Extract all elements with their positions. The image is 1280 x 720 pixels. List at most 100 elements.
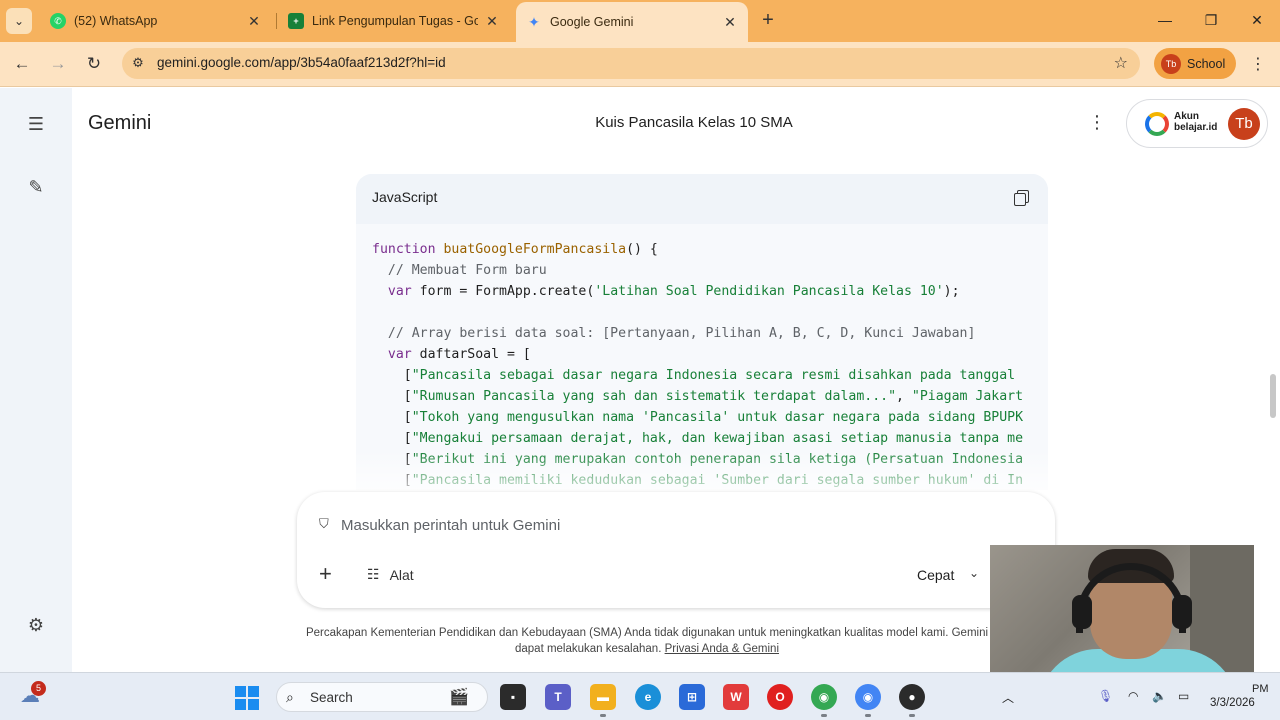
tab-sheets[interactable]: + Link Pengumpulan Tugas - Goo ✕ <box>278 6 510 36</box>
settings-gear-icon[interactable]: ⚙ <box>24 613 48 637</box>
add-attachment-plus-icon[interactable]: + <box>319 563 332 585</box>
close-tab-icon[interactable]: ✕ <box>246 13 262 30</box>
new-tab-plus-icon[interactable]: + <box>758 8 778 32</box>
prompt-input-box[interactable]: ⛉ Masukkan perintah untuk Gemini + ☷ Ala… <box>297 492 1055 608</box>
code-token: [ <box>372 410 412 425</box>
new-chat-edit-icon[interactable]: ✎ <box>24 175 48 199</box>
wps-icon[interactable]: W <box>723 684 749 710</box>
disclaimer-line-2: dapat melakukan kesalahan. Privasi Anda … <box>262 641 1032 657</box>
chevron-down-icon[interactable]: ⌄ <box>969 566 979 580</box>
taskbar-search[interactable]: ⌕ Search 🎬 <box>276 682 488 712</box>
tools-button[interactable]: ☷ Alat <box>367 566 414 583</box>
disclaimer-text: dapat melakukan kesalahan. <box>514 643 665 655</box>
headset-earcup-right <box>1172 595 1192 629</box>
volume-icon[interactable]: 🔈 <box>1152 689 1167 703</box>
webcam-overlay <box>990 545 1254 693</box>
close-tab-icon[interactable]: ✕ <box>484 13 500 30</box>
running-indicator <box>821 714 827 717</box>
file-explorer-black-icon[interactable]: ▪ <box>500 684 526 710</box>
code-token: form = FormApp.create( <box>419 284 595 299</box>
code-token: [ <box>372 431 412 446</box>
code-line: ["Rumusan Pancasila yang sah dan sistema… <box>372 387 1023 407</box>
tab-title: Link Pengumpulan Tugas - Goo <box>312 14 478 28</box>
code-token: // Array berisi data soal: [Pertanyaan, … <box>372 326 976 341</box>
profile-label: School <box>1187 56 1226 71</box>
account-brand: Akun belajar.id <box>1174 111 1217 133</box>
user-avatar[interactable]: Tb <box>1228 108 1260 140</box>
code-line: ["Mengakui persamaan derajat, hak, dan k… <box>372 429 1023 449</box>
opera-icon[interactable]: O <box>767 684 793 710</box>
profile-chip[interactable]: Tb School <box>1154 48 1236 79</box>
sheets-icon: + <box>288 13 304 29</box>
chrome-icon[interactable]: ◉ <box>855 684 881 710</box>
teams-icon[interactable]: T <box>545 684 571 710</box>
tab-whatsapp[interactable]: ✆ (52) WhatsApp ✕ <box>40 6 272 36</box>
file-explorer-icon[interactable]: ▬ <box>590 684 616 710</box>
code-token: , <box>896 389 912 404</box>
code-token: // Membuat Form baru <box>372 263 547 278</box>
chrome-profile-tb-icon[interactable]: ◉ <box>811 684 837 710</box>
address-bar[interactable]: ⚙ gemini.google.com/app/3b54a0faaf213d2f… <box>122 48 1140 79</box>
sliders-icon: ☷ <box>367 566 380 582</box>
gemini-wordmark[interactable]: Gemini <box>88 112 151 135</box>
chat-options-kebab-icon[interactable]: ⋮ <box>1088 112 1106 133</box>
model-mode-button[interactable]: Cepat <box>917 567 954 583</box>
minimize-icon[interactable]: — <box>1150 8 1180 32</box>
obs-icon[interactable]: ● <box>899 684 925 710</box>
search-highlight-icon: 🎬 <box>449 689 469 706</box>
whatsapp-icon: ✆ <box>50 13 66 29</box>
site-settings-icon[interactable]: ⚙ <box>130 55 146 71</box>
code-token: "Piagam Jakart <box>911 389 1024 404</box>
prompt-input[interactable]: Masukkan perintah untuk Gemini <box>341 517 560 534</box>
profile-avatar: Tb <box>1161 53 1181 74</box>
chat-title: Kuis Pancasila Kelas 10 SMA <box>595 114 793 131</box>
gemini-sidebar: ☰ ✎ ⚙ <box>0 88 72 672</box>
headset-earcup-left <box>1072 595 1092 629</box>
browser-tab-bar: ⌄ ✆ (52) WhatsApp ✕ + Link Pengumpulan T… <box>0 0 1280 42</box>
tab-divider <box>276 13 277 29</box>
code-token: "Rumusan Pancasila yang sah dan sistemat… <box>411 389 897 404</box>
windows-taskbar: ☁ 5 ⌕ Search 🎬 ▪ T ▬ e ⊞ W O ◉ ◉ ● ︿ 🎙 ◠ 🔈 ▭ PM 3… <box>0 672 1280 720</box>
browser-menu-kebab-icon[interactable]: ⋮ <box>1250 54 1266 74</box>
forward-arrow-icon[interactable]: → <box>45 52 71 76</box>
code-fade-overlay <box>356 450 1048 490</box>
running-indicator <box>865 714 871 717</box>
close-tab-icon[interactable]: ✕ <box>722 14 738 31</box>
brand-line-1: Akun <box>1174 111 1199 122</box>
url-text[interactable]: gemini.google.com/app/3b54a0faaf213d2f?h… <box>157 55 446 70</box>
hamburger-menu-icon[interactable]: ☰ <box>24 112 48 136</box>
running-indicator <box>600 714 606 717</box>
code-token: ); <box>943 284 960 299</box>
belajar-id-logo-icon <box>1145 112 1169 136</box>
code-token: buatGoogleFormPancasila <box>443 242 627 257</box>
reload-icon[interactable]: ↻ <box>81 52 107 76</box>
code-token: daftarSoal = [ <box>419 347 531 362</box>
copy-code-icon[interactable] <box>1014 190 1029 206</box>
search-icon: ⌕ <box>286 689 294 705</box>
account-chip[interactable]: Akun belajar.id Tb <box>1126 99 1268 148</box>
scrollbar-thumb[interactable] <box>1270 374 1276 418</box>
code-line: function buatGoogleFormPancasila() { <box>372 240 658 260</box>
microphone-icon[interactable]: 🎙 <box>1098 689 1113 703</box>
edge-icon[interactable]: e <box>635 684 661 710</box>
privacy-link[interactable]: Privasi Anda & Gemini <box>665 643 779 655</box>
back-arrow-icon[interactable]: ← <box>9 52 35 76</box>
restore-icon[interactable]: ❐ <box>1196 8 1226 32</box>
code-token: 'Latihan Soal Pendidikan Pancasila Kelas… <box>594 284 944 299</box>
code-token: var <box>372 347 420 362</box>
store-icon[interactable]: ⊞ <box>679 684 705 710</box>
tools-label: Alat <box>389 566 414 583</box>
disclaimer: Percakapan Kementerian Pendidikan dan Ke… <box>262 625 1032 657</box>
brand-line-2: belajar.id <box>1174 122 1218 133</box>
tray-chevron-up-icon[interactable]: ︿ <box>1002 689 1014 706</box>
close-window-icon[interactable]: ✕ <box>1242 8 1272 32</box>
code-line: ["Tokoh yang mengusulkan nama 'Pancasila… <box>372 408 1023 428</box>
tab-gemini[interactable]: ✦ Google Gemini ✕ <box>516 2 748 42</box>
clock-time[interactable]: PM <box>1252 683 1269 695</box>
wifi-icon[interactable]: ◠ <box>1128 689 1138 703</box>
windows-start-icon[interactable] <box>235 686 259 710</box>
clock-date[interactable]: 3/3/2026 <box>1210 697 1255 709</box>
battery-icon[interactable]: ▭ <box>1178 689 1189 703</box>
tab-search-chevron-icon[interactable]: ⌄ <box>6 8 32 34</box>
bookmark-star-icon[interactable]: ☆ <box>1114 53 1128 73</box>
